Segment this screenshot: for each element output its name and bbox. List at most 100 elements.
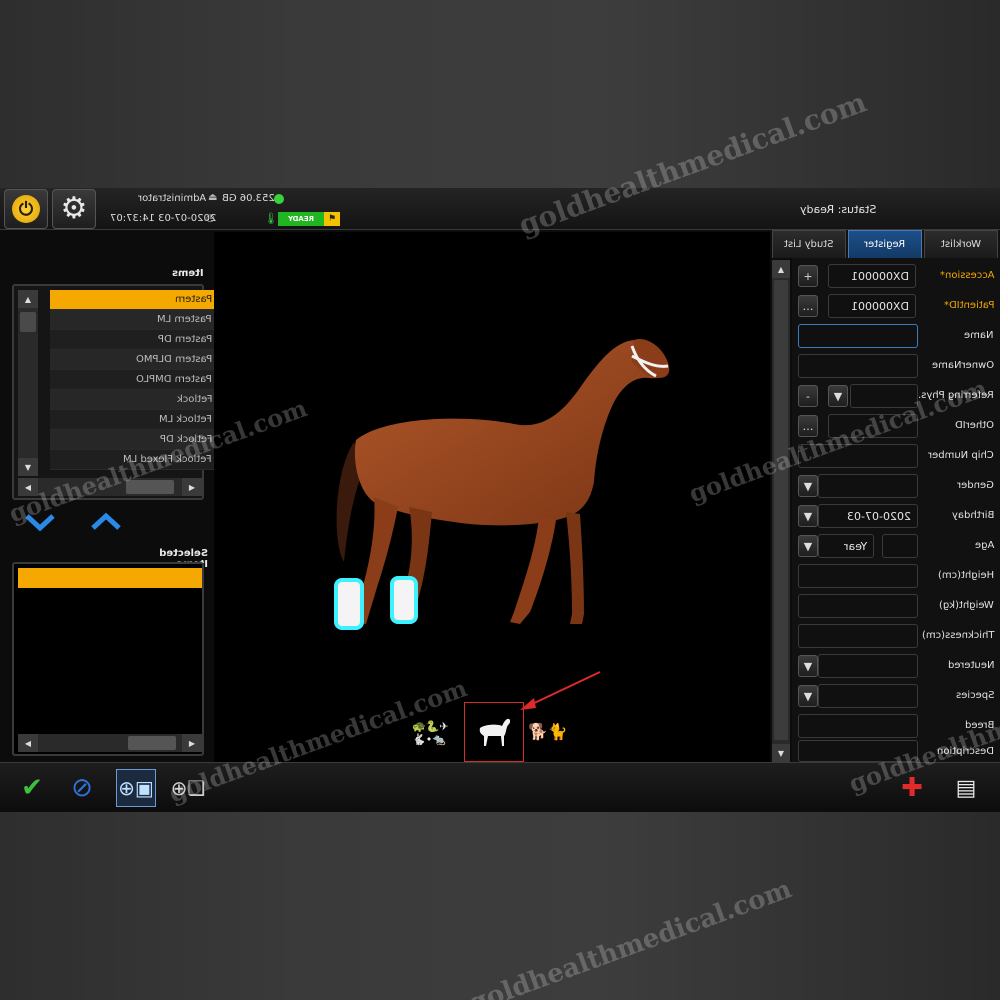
selected-item-row[interactable] <box>18 568 202 588</box>
scroll-right-arrow-icon[interactable]: ▶ <box>182 734 202 752</box>
height-row: Height(cm) <box>792 564 1000 590</box>
scroll-down-arrow-icon[interactable]: ▼ <box>772 744 790 762</box>
list-item[interactable]: Fetlock LM <box>50 410 216 430</box>
items-horizontal-scrollbar[interactable]: ◀ ▶ <box>18 478 202 496</box>
thickness-field[interactable] <box>798 624 918 648</box>
add-study-button[interactable]: ⊕❏ <box>168 769 208 807</box>
list-item[interactable]: Pastern DP <box>50 330 216 350</box>
selected-items-box: ◀ ▶ <box>12 562 204 756</box>
list-item[interactable]: Pastern DLPMO <box>50 350 216 370</box>
add-image-button[interactable]: ⊕▣ <box>116 769 156 807</box>
referring-row: - ▼ Referring Phys. <box>792 384 1000 410</box>
age-unit-select[interactable]: Year <box>818 534 874 558</box>
breed-field[interactable] <box>798 714 918 738</box>
weight-row: Weight(kg) <box>792 594 1000 620</box>
height-label: Height(cm) <box>937 570 994 581</box>
list-item[interactable]: Pastern LM <box>50 310 216 330</box>
move-down-button[interactable] <box>22 510 58 534</box>
more-button[interactable]: … <box>798 295 818 317</box>
dog-cat-species-button[interactable]: 🐕🐈 <box>528 722 568 741</box>
scroll-thumb[interactable] <box>128 736 176 750</box>
description-field[interactable] <box>798 740 918 762</box>
cancel-button[interactable]: ⊘ <box>62 769 102 807</box>
patientid-field[interactable]: DX000001 <box>828 294 916 318</box>
power-button[interactable]: ⏻ <box>4 189 48 229</box>
scroll-up-arrow-icon[interactable]: ▲ <box>772 260 790 278</box>
accession-label: Accession* <box>939 270 994 281</box>
scroll-up-arrow-icon[interactable]: ▲ <box>18 290 38 308</box>
move-up-button[interactable] <box>88 510 124 534</box>
list-item[interactable]: Pastern <box>50 290 216 310</box>
minus-button[interactable]: - <box>798 385 818 407</box>
patientid-label: PatientID* <box>943 300 994 311</box>
dropdown-button[interactable]: ▼ <box>798 685 818 707</box>
scroll-thumb[interactable] <box>774 280 788 740</box>
weight-label: Weight(kg) <box>939 600 994 611</box>
list-item[interactable]: Fetlock <box>50 390 216 410</box>
name-row: Name <box>792 324 1000 350</box>
name-label: Name <box>964 330 994 341</box>
species-select[interactable] <box>818 684 918 708</box>
add-button[interactable]: + <box>798 265 818 287</box>
dropdown-button[interactable]: ▼ <box>798 655 818 677</box>
scroll-thumb[interactable] <box>20 312 36 332</box>
birthday-row: ▼ 2020-07-03 Birthday <box>792 504 1000 530</box>
form-vertical-scrollbar[interactable]: ▲ ▼ <box>772 260 790 762</box>
dropdown-button[interactable]: ▼ <box>828 385 848 407</box>
confirm-button[interactable]: ✔ <box>12 769 52 807</box>
dropdown-button[interactable]: ▼ <box>798 535 818 557</box>
ownername-field[interactable] <box>798 354 918 378</box>
list-item[interactable]: Pastern DMPLO <box>50 370 216 390</box>
list-item[interactable]: Fetlock DP <box>50 430 216 450</box>
prohibit-icon: ⊘ <box>71 773 93 803</box>
birthday-label: Birthday <box>951 510 994 521</box>
items-list: Pastern Pastern LM Pastern DP Pastern DL… <box>50 290 216 470</box>
settings-button[interactable]: ⚙ <box>52 189 96 229</box>
ownername-label: OwnerName <box>931 360 994 371</box>
weight-field[interactable] <box>798 594 918 618</box>
description-label: Description <box>937 746 994 757</box>
tab-study-list[interactable]: Study List <box>772 230 846 258</box>
scroll-thumb[interactable] <box>126 480 174 494</box>
patientid-row: … DX000001 PatientID* <box>792 294 1000 320</box>
gender-label: Gender <box>957 480 994 491</box>
small-animal-species-button[interactable]: 🐢🐍✈ 🐇•🐀 <box>412 720 449 746</box>
tab-worklist[interactable]: Worklist <box>924 230 998 258</box>
user-name: Administrator <box>138 193 207 204</box>
otherid-label: OtherID <box>954 420 994 431</box>
chevron-up-icon <box>91 512 121 530</box>
chip-row: Chip Number <box>792 444 1000 470</box>
items-vertical-scrollbar[interactable]: ▲ ▼ <box>18 290 38 476</box>
items-list-box: ▲ ▼ Pastern Pastern LM Pastern DP Paster… <box>12 284 216 500</box>
status-text: Status: Ready <box>800 203 877 216</box>
age-field[interactable] <box>882 534 918 558</box>
otherid-field[interactable] <box>828 414 918 438</box>
name-field[interactable] <box>798 324 918 348</box>
neutered-row: ▼ Neutered <box>792 654 1000 680</box>
report-settings-button[interactable]: ▤ <box>946 769 986 807</box>
more-button[interactable]: … <box>798 415 818 437</box>
tab-bar: Study List Register Worklist <box>772 230 1000 260</box>
scroll-left-arrow-icon[interactable]: ◀ <box>18 478 38 496</box>
pointer-arrow-icon <box>520 671 601 710</box>
accession-field[interactable]: DX000001 <box>828 264 916 288</box>
chip-field[interactable] <box>798 444 918 468</box>
scroll-left-arrow-icon[interactable]: ◀ <box>18 734 38 752</box>
dropdown-button[interactable]: ▼ <box>798 505 818 527</box>
detector-icon: ⚑ <box>324 212 340 226</box>
tab-register[interactable]: Register <box>848 230 922 258</box>
selected-horizontal-scrollbar[interactable]: ◀ ▶ <box>18 734 202 752</box>
birthday-field[interactable]: 2020-07-03 <box>818 504 918 528</box>
height-field[interactable] <box>798 564 918 588</box>
dropdown-button[interactable]: ▼ <box>798 475 818 497</box>
document-settings-icon: ▤ <box>955 775 977 801</box>
referring-field[interactable] <box>850 384 918 408</box>
scroll-down-arrow-icon[interactable]: ▼ <box>18 458 38 476</box>
emergency-button[interactable]: ✚ <box>892 769 932 807</box>
neutered-select[interactable] <box>818 654 918 678</box>
gender-select[interactable] <box>818 474 918 498</box>
scroll-right-arrow-icon[interactable]: ▶ <box>182 478 202 496</box>
items-title: Items <box>172 268 204 279</box>
list-item[interactable]: Fetlock Flexed LM <box>50 450 216 470</box>
horse-anatomy-image <box>334 338 670 630</box>
